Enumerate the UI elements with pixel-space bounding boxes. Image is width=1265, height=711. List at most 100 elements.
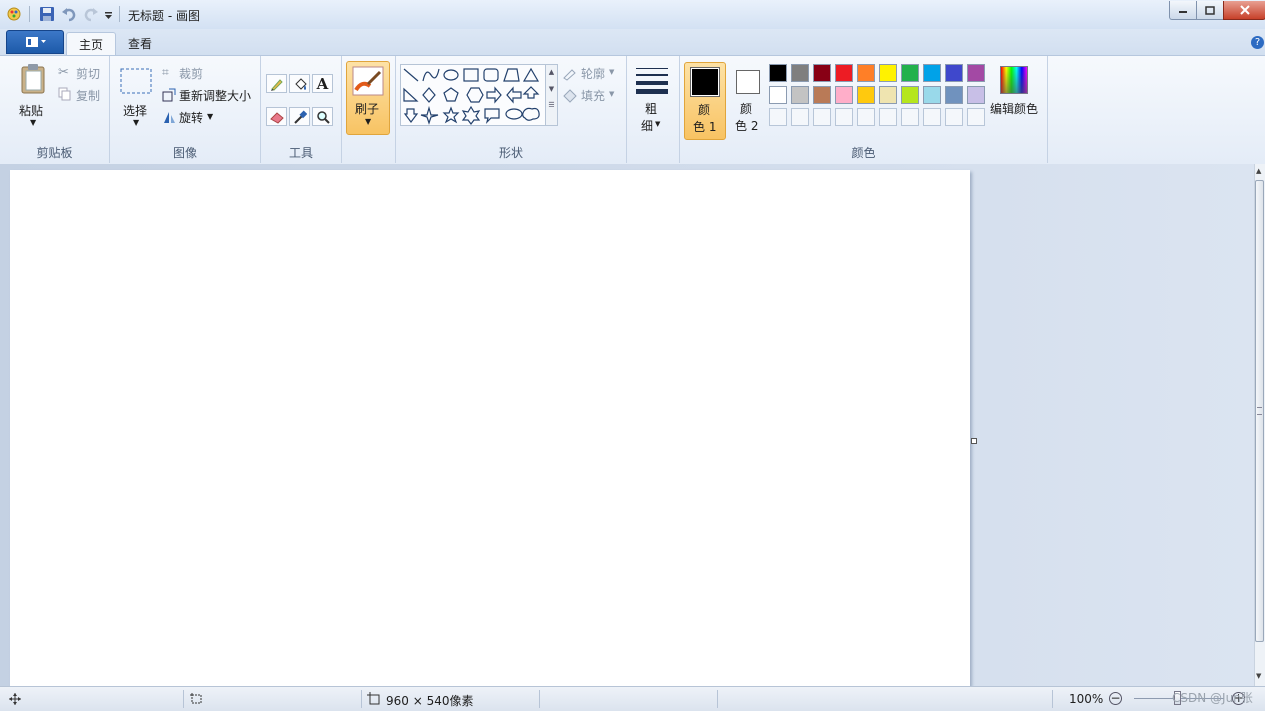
- paste-icon: [21, 64, 45, 94]
- color1-label-line2: 色 1: [693, 120, 717, 134]
- clipboard-group-label: 剪贴板: [36, 146, 73, 160]
- redo-icon[interactable]: [83, 6, 99, 25]
- paint-menu-button[interactable]: [6, 30, 64, 54]
- palette-color-swatch[interactable]: [791, 64, 809, 82]
- color2-label-line1: 颜: [740, 102, 753, 116]
- palette-color-swatch[interactable]: [945, 64, 963, 82]
- eraser-icon: [269, 111, 284, 124]
- edit-colors-button[interactable]: 编辑颜色: [988, 64, 1046, 134]
- color2-label-line2: 色 2: [735, 119, 759, 133]
- select-icon: [120, 68, 152, 94]
- palette-color-swatch[interactable]: [857, 64, 875, 82]
- shapes-group-label: 形状: [498, 146, 523, 160]
- tab-view[interactable]: 查看: [116, 32, 164, 54]
- text-tool[interactable]: A: [312, 74, 333, 93]
- color1-swatch: [692, 69, 718, 95]
- help-icon[interactable]: ?: [1251, 36, 1264, 49]
- chevron-up-icon: ▲: [548, 68, 555, 76]
- size-button[interactable]: 粗 细 ▼: [633, 64, 673, 134]
- custom-color-slot[interactable]: [879, 108, 897, 126]
- undo-icon[interactable]: [61, 6, 77, 25]
- custom-color-slot[interactable]: [791, 108, 809, 126]
- canvas-size-text: 960 × 540像素: [386, 694, 474, 708]
- line-thickness-icon: [636, 68, 668, 94]
- cut-label: 剪切: [76, 67, 101, 81]
- brushes-group: 刷子 ▼: [342, 56, 396, 163]
- color1-button[interactable]: 颜 色 1: [684, 62, 726, 140]
- scroll-up-icon[interactable]: ▲: [1256, 167, 1261, 175]
- custom-color-slot[interactable]: [901, 108, 919, 126]
- outline-icon: [563, 69, 576, 81]
- palette-color-swatch[interactable]: [835, 86, 853, 104]
- custom-color-slot[interactable]: [923, 108, 941, 126]
- shape-gallery[interactable]: [400, 64, 548, 126]
- palette-color-swatch[interactable]: [769, 86, 787, 104]
- image-group: 选择 ▼ ⌗ 裁剪 重新调整大小 旋转 ▼ 图像: [110, 56, 261, 163]
- text-icon: A: [316, 74, 329, 93]
- palette-color-swatch[interactable]: [923, 64, 941, 82]
- palette-color-swatch[interactable]: [967, 64, 985, 82]
- pencil-tool[interactable]: [266, 74, 287, 93]
- close-icon: [1239, 5, 1250, 15]
- custom-color-slot[interactable]: [967, 108, 985, 126]
- save-icon[interactable]: [39, 6, 55, 25]
- customize-quick-access-icon[interactable]: [104, 9, 113, 23]
- drawing-canvas[interactable]: [10, 170, 970, 686]
- color-palette: [769, 64, 991, 128]
- palette-color-swatch[interactable]: [945, 86, 963, 104]
- crop-label: 裁剪: [179, 67, 204, 81]
- palette-color-swatch[interactable]: [967, 86, 985, 104]
- edit-colors-label: 编辑颜色: [990, 102, 1039, 116]
- cursor-position-icon: [9, 693, 21, 705]
- brushes-button[interactable]: 刷子 ▼: [346, 61, 390, 135]
- palette-color-swatch[interactable]: [901, 64, 919, 82]
- fill-label: 填充: [581, 89, 606, 103]
- minimize-button[interactable]: [1169, 1, 1197, 20]
- palette-color-swatch[interactable]: [835, 64, 853, 82]
- resize-icon: [162, 88, 176, 102]
- paint-app-icon[interactable]: [6, 6, 22, 25]
- close-button[interactable]: [1223, 1, 1265, 20]
- palette-color-swatch[interactable]: [857, 86, 875, 104]
- fill-tool[interactable]: [289, 74, 310, 93]
- palette-color-swatch[interactable]: [813, 86, 831, 104]
- shape-gallery-scroll[interactable]: ▲ ▼ ☰: [545, 64, 558, 126]
- rotate-label: 旋转: [179, 111, 204, 125]
- custom-color-slot[interactable]: [945, 108, 963, 126]
- scroll-down-icon[interactable]: ▼: [1256, 672, 1261, 680]
- scissors-icon: ✂: [58, 65, 69, 80]
- tools-group: A 工具: [261, 56, 342, 163]
- color2-button[interactable]: 颜 色 2: [728, 62, 768, 138]
- title-bar: 无标题 - 画图: [0, 0, 1265, 30]
- zoom-level: 100%: [1069, 692, 1104, 706]
- color-picker-tool[interactable]: [289, 107, 310, 126]
- custom-color-slot[interactable]: [769, 108, 787, 126]
- minus-icon: −: [1110, 691, 1121, 705]
- palette-color-swatch[interactable]: [879, 64, 897, 82]
- palette-color-swatch[interactable]: [923, 86, 941, 104]
- palette-color-swatch[interactable]: [901, 86, 919, 104]
- palette-color-swatch[interactable]: [813, 64, 831, 82]
- palette-color-swatch[interactable]: [879, 86, 897, 104]
- select-button[interactable]: 选择 ▼: [118, 66, 154, 134]
- chevron-down-icon: ▼: [655, 120, 661, 128]
- custom-color-slot[interactable]: [813, 108, 831, 126]
- magnifier-tool[interactable]: [312, 107, 333, 126]
- paste-button[interactable]: 粘贴 ▼: [14, 60, 52, 130]
- brush-icon: [352, 66, 384, 96]
- custom-color-slot[interactable]: [857, 108, 875, 126]
- tab-home[interactable]: 主页: [66, 32, 117, 55]
- palette-color-swatch[interactable]: [791, 86, 809, 104]
- custom-color-slot[interactable]: [835, 108, 853, 126]
- color2-swatch: [738, 72, 758, 92]
- palette-color-swatch[interactable]: [769, 64, 787, 82]
- canvas-resize-handle[interactable]: [971, 438, 977, 444]
- chevron-down-icon: ▼: [30, 118, 37, 127]
- select-label: 选择: [123, 104, 148, 118]
- scrollbar-thumb[interactable]: [1255, 180, 1264, 642]
- clipboard-group: 粘贴 ▼ ✂ 剪切 复制 剪贴板: [0, 56, 110, 163]
- eraser-tool[interactable]: [266, 107, 287, 126]
- zoom-out-button[interactable]: −: [1109, 692, 1122, 705]
- color-spectrum-icon: [1000, 66, 1028, 94]
- restore-button[interactable]: [1196, 1, 1224, 20]
